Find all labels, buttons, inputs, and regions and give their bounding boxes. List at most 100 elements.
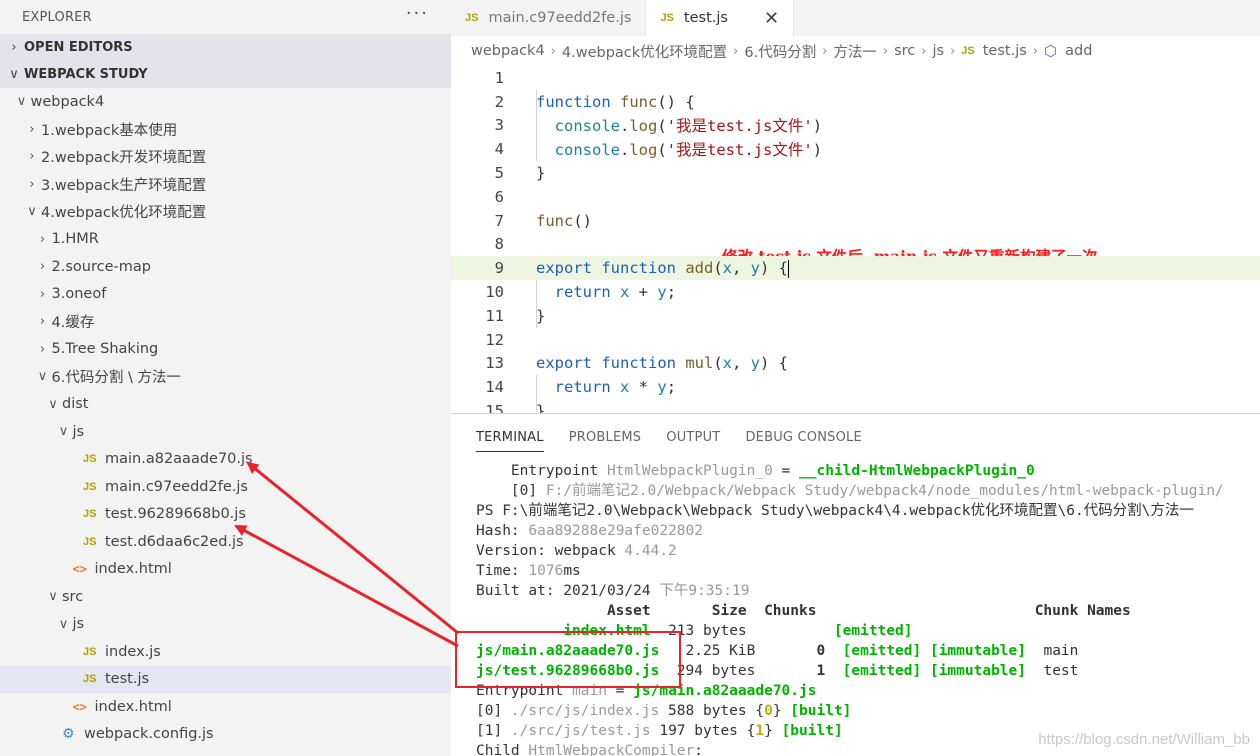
terminal-text: 4.44.2 [624,543,677,559]
code-text: function func() { [536,93,695,111]
tree-item[interactable]: <> index.html [0,556,451,584]
terminal-text: Built at: 2021/03/24 [476,583,660,599]
tree-item[interactable]: <> index.html [0,693,451,721]
code-token: ; [666,378,677,397]
tree-item-label: dist [62,396,89,413]
more-actions-icon[interactable]: ··· [406,3,429,24]
code-area[interactable]: 修改 test.js 文件后, main.js 文件又重新构建了一次 12fun… [451,66,1260,413]
terminal-text: [0] [476,703,511,719]
tree-item[interactable]: ∨ js [0,611,451,639]
tree-item[interactable]: › 3.webpack生产环境配置 [0,171,451,199]
indent-guide [536,89,537,162]
tree-item-label: 4.缓存 [51,315,95,332]
code-token: . [620,117,630,136]
tree-item-label: 3.webpack生产环境配置 [41,177,207,194]
tree-item[interactable]: JS main.c97eedd2fe.js [0,473,451,501]
code-token: ( [657,141,667,160]
tree-item[interactable]: JS test.d6daa6c2ed.js [0,528,451,556]
chevron-right-icon: › [11,40,17,55]
breadcrumb-item[interactable]: 6.代码分割 [744,41,816,62]
tree-item-label: 1.webpack基本使用 [41,122,178,139]
line-number: 14 [485,378,504,397]
panel-tab-output[interactable]: OUTPUT [666,424,720,451]
workspace-section[interactable]: ∨ WEBPACK STUDY [0,61,451,88]
tree-item-label: index.html [94,698,172,715]
watermark: https://blog.csdn.net/William_bb [1038,731,1250,748]
terminal-text: HtmlWebpackCompiler [528,743,695,756]
tree-item[interactable]: ∨ 6.代码分割 \ 方法一 [0,363,451,391]
panel-tab-terminal[interactable]: TERMINAL [476,424,544,452]
code-token: y [750,354,761,373]
breadcrumb-item[interactable]: 方法一 [833,41,877,62]
close-icon[interactable]: ✕ [764,8,779,29]
breadcrumb-item[interactable]: 4.webpack优化环境配置 [562,41,727,62]
tree-item-label: 6.代码分割 \ 方法一 [51,370,181,387]
tree-item[interactable]: ∨ webpack4 [0,88,451,116]
tab-main-c97eedd2fe-js[interactable]: JS main.c97eedd2fe.js [451,0,647,36]
breadcrumb-item[interactable]: src [894,43,915,59]
terminal-output[interactable]: Entrypoint HtmlWebpackPlugin_0 = __child… [451,461,1260,756]
tree-item[interactable]: JS index.js [0,638,451,666]
tree-item[interactable]: ∨ 4.webpack优化环境配置 [0,198,451,226]
tree-item[interactable]: › 1.webpack基本使用 [0,116,451,144]
tree-item[interactable]: ⚙ webpack.config.js [0,721,451,749]
breadcrumb-separator-icon: › [733,43,739,59]
terminal-text: } [772,703,791,719]
terminal-text: = [772,463,800,479]
line-number: 12 [485,330,504,349]
breadcrumb-separator-icon: › [921,43,927,59]
terminal-text: ms [563,563,581,579]
terminal-text: Version: webpack [476,543,625,559]
breadcrumb-separator-icon: › [550,43,556,59]
breadcrumb-file[interactable]: test.js [983,43,1027,59]
code-token: x [722,354,732,373]
js-file-icon: JS [465,12,479,24]
terminal-text: [built] [790,703,852,719]
terminal-text: [1] [476,723,511,739]
terminal-line: Entrypoint HtmlWebpackPlugin_0 = __child… [476,461,1260,481]
terminal-text: 213 bytes [650,623,834,639]
tab-test-js[interactable]: JS test.js ✕ [646,0,795,36]
js-file-icon: JS [83,453,97,466]
line-number: 5 [494,164,504,183]
breadcrumb-symbol[interactable]: add [1065,43,1092,59]
line-number: 11 [485,306,504,325]
tree-item-label: main.a82aaade70.js [105,451,253,468]
tree-item[interactable]: › 3.oneof [0,281,451,309]
tree-item-label: test.96289668b0.js [105,506,246,523]
tree-item-label: 4.webpack优化环境配置 [41,205,207,222]
tree-item-label: 3.oneof [51,286,107,303]
tree-item[interactable]: › 2.webpack开发环境配置 [0,143,451,171]
code-token: ) [812,117,823,136]
tree-item[interactable]: JS main.a82aaade70.js [0,446,451,474]
line-number: 4 [494,140,504,159]
code-token: ; [666,283,677,302]
code-token: () { [657,92,695,111]
tree-item[interactable]: ∨ dist [0,391,451,419]
tree-item[interactable]: › 1.HMR [0,226,451,254]
editor: JS main.c97eedd2fe.js JS test.js ✕ webpack4 ›… [451,0,1260,413]
tree-item[interactable]: ∨ src [0,583,451,611]
breadcrumb-item[interactable]: js [932,43,944,59]
code-token: ( [657,117,667,136]
tree-item[interactable]: JS test.96289668b0.js [0,501,451,529]
line-number: 1 [494,68,504,87]
code-text: } [536,402,545,413]
breadcrumb-item[interactable]: webpack4 [471,43,545,59]
chevron-down-icon: ∨ [48,396,58,412]
tree-item[interactable]: JS test.js [0,665,451,693]
code-line: 8 [451,233,1260,257]
terminal-text: 0 [764,703,773,719]
html-file-icon: <> [72,562,87,577]
tree-item[interactable]: ∨ js [0,418,451,446]
open-editors-section[interactable]: › OPEN EDITORS [0,34,451,61]
code-text: } [536,164,545,182]
tree-item[interactable]: › 2.source-map [0,253,451,281]
panel-tab-debug-console[interactable]: DEBUG CONSOLE [745,424,861,451]
panel-tab-problems[interactable]: PROBLEMS [569,424,642,451]
tree-item[interactable]: › 5.Tree Shaking [0,336,451,364]
tree-item[interactable]: › 4.缓存 [0,308,451,336]
terminal-text: } [764,723,782,739]
